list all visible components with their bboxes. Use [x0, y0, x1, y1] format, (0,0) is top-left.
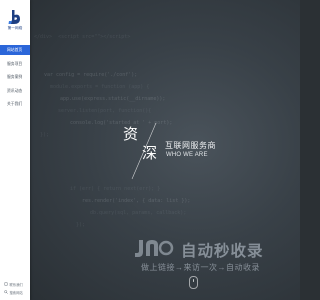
contact-label: 联系我们	[9, 282, 23, 287]
watermark-logo-icon	[135, 240, 174, 257]
mouse-scroll-icon	[192, 279, 194, 282]
search-link[interactable]: 搜索网站	[0, 288, 30, 296]
sidebar: 第一网络 网站首页 服务项目 服务案例 资讯动态 关于我们 联系我们 搜索网站	[0, 0, 30, 300]
search-icon	[4, 290, 8, 294]
brand-name: 第一网络	[7, 26, 23, 30]
hero-char-shen: 深	[142, 144, 158, 162]
hero-banner: </div> <script src=""></script> var conf…	[30, 0, 300, 300]
watermark: 自动秒收录 做上链接→来访一次→自动收录	[133, 236, 300, 276]
hero-subtitle: WHO WE ARE	[166, 152, 208, 158]
logo[interactable]: 第一网络	[0, 9, 30, 31]
nav-item-about[interactable]: 关于我们	[0, 99, 30, 109]
nav-item-news[interactable]: 资讯动态	[0, 86, 30, 96]
watermark-title: 自动秒收录	[181, 243, 264, 260]
nav-item-home[interactable]: 网站首页	[0, 45, 30, 55]
sidebar-nav: 网站首页 服务项目 服务案例 资讯动态 关于我们	[0, 45, 30, 113]
logo-icon	[8, 10, 20, 24]
contact-link[interactable]: 联系我们	[0, 280, 30, 288]
hero-char-zi: 资	[123, 125, 139, 143]
search-label: 搜索网站	[9, 290, 23, 295]
nav-item-services[interactable]: 服务项目	[0, 59, 30, 69]
watermark-subtitle: 做上链接→来访一次→自动收录	[141, 263, 260, 272]
nav-item-cases[interactable]: 服务案例	[0, 72, 30, 82]
hero-title: 互联网服务商	[165, 141, 216, 150]
scroll-down-indicator[interactable]	[189, 276, 198, 289]
sidebar-bottom: 联系我们 搜索网站	[0, 280, 30, 296]
phone-icon	[4, 282, 8, 286]
